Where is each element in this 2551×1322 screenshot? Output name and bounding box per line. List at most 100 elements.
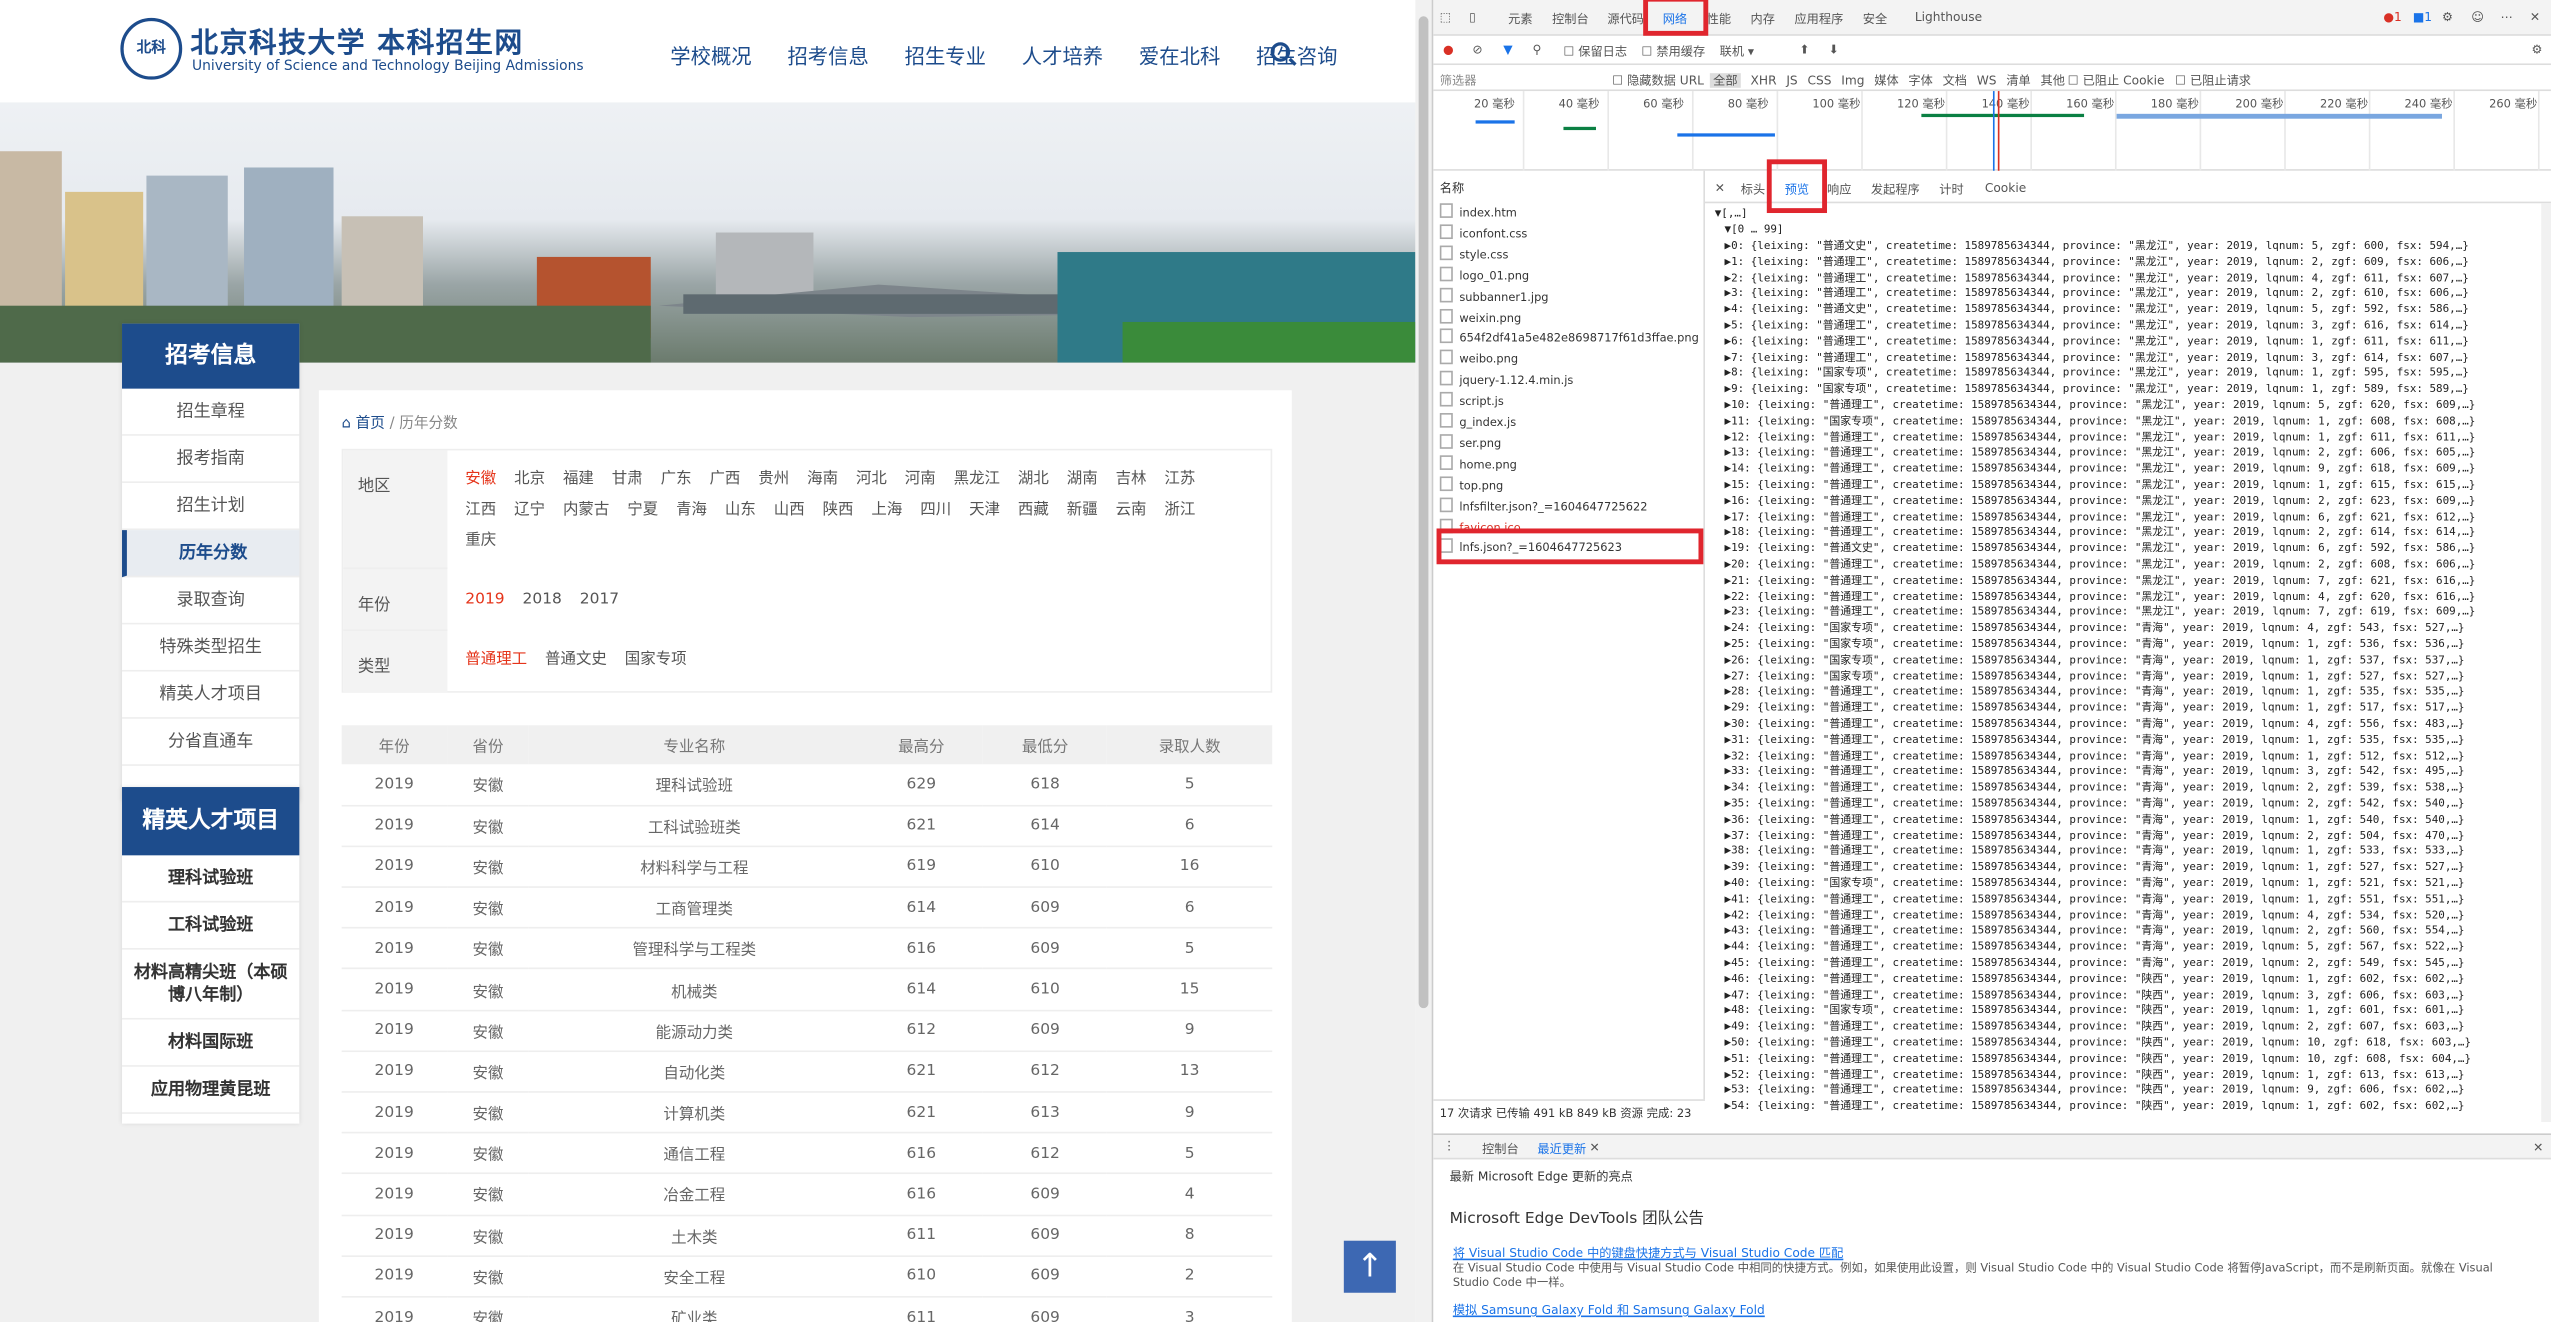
json-row[interactable]: ▶10: {leixing: "普通理工", createtime: 15897… [1725, 398, 2476, 414]
university-seal-logo[interactable]: 北科 [120, 17, 183, 80]
region-option[interactable]: 西藏 [1018, 501, 1049, 519]
search-icon[interactable] [1270, 42, 1291, 62]
region-option[interactable]: 江西 [465, 501, 496, 519]
scrollbar-thumb[interactable] [1418, 16, 1429, 1009]
subtab-cookies[interactable]: Cookie [1985, 180, 2026, 195]
close-detail-icon[interactable]: ✕ [1715, 180, 1725, 195]
whats-new-link[interactable]: 将 Visual Studio Code 中的键盘快捷方式与 Visual St… [1453, 1244, 1844, 1262]
feedback-icon[interactable]: ☺ [2471, 10, 2484, 25]
program-link[interactable]: 材料高精尖班（本硕博八年制） [122, 950, 300, 1020]
request-row[interactable]: logo_01.png [1440, 266, 1529, 282]
region-option[interactable]: 辽宁 [514, 501, 545, 519]
json-row[interactable]: ▶33: {leixing: "普通理工", createtime: 15897… [1725, 765, 2465, 781]
json-row[interactable]: ▶32: {leixing: "普通理工", createtime: 15897… [1725, 749, 2465, 765]
json-row[interactable]: ▶3: {leixing: "普通理工", createtime: 158978… [1725, 287, 2469, 303]
type-filter[interactable]: CSS [1807, 73, 1831, 88]
region-option[interactable]: 重庆 [465, 532, 496, 550]
close-drawer-icon[interactable]: ✕ [2533, 1140, 2543, 1155]
json-row[interactable]: ▶23: {leixing: "普通理工", createtime: 15897… [1725, 606, 2476, 622]
column-header[interactable]: 最低分 [983, 725, 1108, 765]
tab-memory[interactable]: 内存 [1751, 10, 1775, 28]
year-option[interactable]: 2019 [465, 590, 504, 608]
region-option[interactable]: 湖南 [1067, 470, 1098, 488]
type-option[interactable]: 国家专项 [625, 650, 687, 668]
json-row[interactable]: ▶31: {leixing: "普通理工", createtime: 15897… [1725, 733, 2465, 749]
json-row[interactable]: ▶8: {leixing: "国家专项", createtime: 158978… [1725, 367, 2469, 383]
json-row[interactable]: ▶5: {leixing: "普通理工", createtime: 158978… [1725, 319, 2469, 335]
json-row[interactable]: ▶16: {leixing: "普通理工", createtime: 15897… [1725, 494, 2476, 510]
back-to-top-button[interactable]: ↑ [1343, 1240, 1396, 1293]
json-row[interactable]: ▶45: {leixing: "普通理工", createtime: 15897… [1725, 956, 2465, 972]
type-filter[interactable]: 其他 [2040, 73, 2064, 88]
json-row[interactable]: ▶54: {leixing: "普通理工", createtime: 15897… [1725, 1100, 2465, 1116]
nav-item[interactable]: 招生咨询 [1256, 39, 1337, 70]
blocked-requests-checkbox[interactable]: ☐ 已阻止请求 [2175, 72, 2251, 90]
type-filter[interactable]: WS [1977, 73, 1997, 88]
column-header[interactable]: 专业名称 [529, 725, 860, 765]
json-row[interactable]: ▶21: {leixing: "普通理工", createtime: 15897… [1725, 574, 2476, 590]
sidebar-item[interactable]: 招生章程 [122, 389, 300, 436]
download-icon[interactable]: ⬇ [1829, 42, 1839, 57]
type-option[interactable]: 普通文史 [545, 650, 607, 668]
nav-item[interactable]: 学校概况 [670, 39, 751, 70]
json-row[interactable]: ▶38: {leixing: "普通理工", createtime: 15897… [1725, 845, 2465, 861]
region-option[interactable]: 天津 [969, 501, 1000, 519]
site-title-cn[interactable]: 北京科技大学 本科招生网 [190, 20, 523, 61]
region-option[interactable]: 四川 [920, 501, 951, 519]
sidebar-item[interactable]: 录取查询 [122, 577, 300, 625]
program-link[interactable]: 理科试验班 [122, 855, 300, 903]
type-filter[interactable]: 全部 [1709, 73, 1741, 88]
tab-application[interactable]: 应用程序 [1794, 10, 1843, 28]
hide-data-url-checkbox[interactable]: ☐ 隐藏数据 URL [1612, 72, 1704, 90]
region-option[interactable]: 吉林 [1116, 470, 1147, 488]
breadcrumb-home[interactable]: 首页 [356, 416, 385, 432]
json-row[interactable]: ▶7: {leixing: "普通理工", createtime: 158978… [1725, 351, 2469, 367]
request-row[interactable]: 654f2df41a5e482e8698717f61d3ffae.png [1440, 329, 1699, 345]
region-option[interactable]: 福建 [563, 470, 594, 488]
json-row[interactable]: ▶22: {leixing: "普通理工", createtime: 15897… [1725, 590, 2476, 606]
region-option[interactable]: 陕西 [823, 501, 854, 519]
request-row[interactable]: weixin.png [1440, 308, 1521, 324]
column-header[interactable]: 录取人数 [1107, 725, 1273, 765]
region-option[interactable]: 云南 [1116, 501, 1147, 519]
json-row[interactable]: ▶29: {leixing: "普通理工", createtime: 15897… [1725, 701, 2465, 717]
drawer-tab-console[interactable]: 控制台 [1482, 1140, 1519, 1158]
json-row[interactable]: ▶2: {leixing: "普通理工", createtime: 158978… [1725, 271, 2469, 287]
sidebar-item[interactable]: 招生计划 [122, 483, 300, 531]
subtab-response[interactable]: 响应 [1827, 180, 1851, 198]
device-toolbar-icon[interactable]: ▯ [1469, 10, 1476, 25]
home-icon[interactable]: ⌂ [342, 416, 351, 432]
json-row[interactable]: ▶47: {leixing: "普通理工", createtime: 15897… [1725, 988, 2465, 1004]
subtab-initiator[interactable]: 发起程序 [1871, 180, 1920, 198]
close-whats-new-icon[interactable]: ✕ [1589, 1140, 1599, 1155]
program-link[interactable]: 工科试验班 [122, 902, 300, 950]
region-option[interactable]: 浙江 [1164, 501, 1195, 519]
json-group[interactable]: ▼[0 … 99] [1725, 223, 1784, 239]
json-row[interactable]: ▶15: {leixing: "普通理工", createtime: 15897… [1725, 478, 2476, 494]
json-row[interactable]: ▶43: {leixing: "普通理工", createtime: 15897… [1725, 924, 2465, 940]
tab-security[interactable]: 安全 [1863, 10, 1887, 28]
sidebar-item-active[interactable]: 历年分数 [122, 530, 300, 578]
nav-item[interactable]: 人才培养 [1022, 39, 1103, 70]
nav-item[interactable]: 招考信息 [787, 39, 868, 70]
name-column-header[interactable]: 名称 [1440, 179, 1464, 197]
whats-new-link[interactable]: 模拟 Samsung Galaxy Fold 和 Samsung Galaxy … [1453, 1301, 1765, 1319]
tab-sources[interactable]: 源代码 [1607, 10, 1644, 28]
json-row[interactable]: ▶40: {leixing: "国家专项", createtime: 15897… [1725, 876, 2465, 892]
request-row[interactable]: g_index.js [1440, 413, 1516, 429]
request-row[interactable]: script.js [1440, 392, 1503, 408]
json-row[interactable]: ▶17: {leixing: "普通理工", createtime: 15897… [1725, 510, 2476, 526]
region-option[interactable]: 安徽 [465, 470, 496, 488]
network-waterfall-overview[interactable]: 20 毫秒 40 毫秒 60 毫秒 80 毫秒 100 毫秒 120 毫秒 140 毫秒 16… [1433, 91, 2551, 171]
drawer-menu-icon[interactable]: ⋮ [1443, 1138, 1455, 1153]
json-row[interactable]: ▶26: {leixing: "国家专项", createtime: 15897… [1725, 653, 2465, 669]
json-row[interactable]: ▶27: {leixing: "国家专项", createtime: 15897… [1725, 669, 2465, 685]
json-row[interactable]: ▶6: {leixing: "普通理工", createtime: 158978… [1725, 335, 2469, 351]
json-row[interactable]: ▶12: {leixing: "普通理工", createtime: 15897… [1725, 430, 2476, 446]
region-option[interactable]: 河北 [856, 470, 887, 488]
network-settings-gear-icon[interactable]: ⚙ [2531, 42, 2542, 57]
region-option[interactable]: 青海 [676, 501, 707, 519]
json-row[interactable]: ▶19: {leixing: "普通文史", createtime: 15897… [1725, 542, 2476, 558]
throttle-select[interactable]: 联机 ▾ [1720, 42, 1754, 60]
region-option[interactable]: 山西 [774, 501, 805, 519]
